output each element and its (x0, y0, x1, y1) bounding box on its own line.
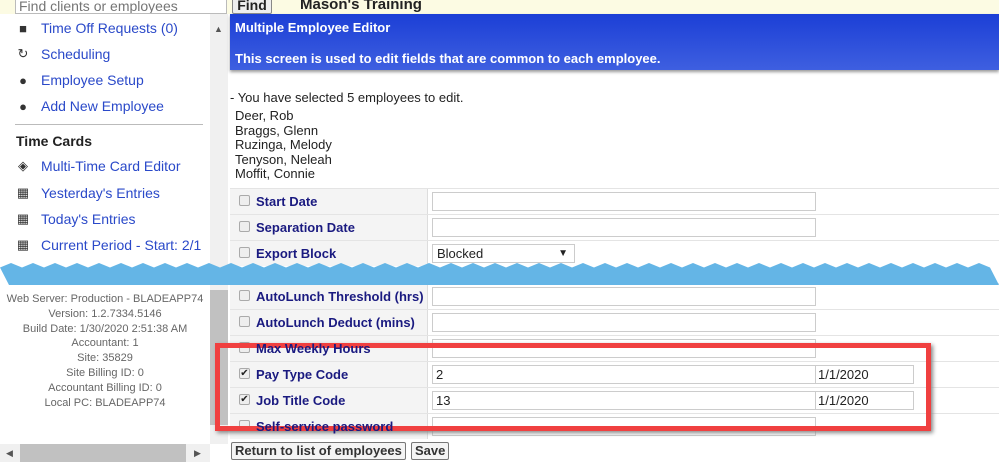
server-info: Web Server: Production - BLADEAPP74 Vers… (0, 292, 210, 410)
selection-message: - You have selected 5 employees to edit. (230, 90, 464, 105)
search-input[interactable] (15, 0, 227, 14)
sidebar-item-current-period[interactable]: ▦ Current Period - Start: 2/1 (15, 235, 201, 255)
sidebar-item-multi-time-card[interactable]: ◈ Multi-Time Card Editor (15, 156, 181, 176)
field-label: Export Block (256, 246, 337, 261)
calendar-icon: ▦ (16, 185, 30, 200)
field-checkbox[interactable] (239, 290, 250, 301)
sidebar-item-scheduling[interactable]: ↻ Scheduling (15, 44, 111, 64)
nav-label: Yesterday's Entries (41, 185, 160, 201)
list-item: Tenyson, Neleah (235, 151, 332, 167)
calendar-icon: ▦ (16, 237, 30, 252)
nav-label: Current Period - Start: 2/1 (41, 237, 202, 253)
field-checkbox[interactable] (239, 195, 250, 206)
info-line: Site Billing ID: 0 (66, 366, 144, 379)
top-bar: Find Mason's Training (0, 0, 999, 14)
effective-date-input[interactable]: 1/1/2020 (815, 391, 914, 410)
info-line: Accountant: 1 (71, 337, 139, 350)
info-line: Accountant Billing ID: 0 (48, 381, 162, 394)
employee-list: Deer, Rob Braggs, Glenn Ruzinga, Melody … (235, 108, 332, 182)
save-button[interactable]: Save (411, 442, 450, 460)
field-checkbox[interactable] (239, 221, 250, 232)
field-input[interactable] (432, 192, 816, 211)
field-row: AutoLunch Deduct (mins) (230, 309, 999, 335)
scrollbar-thumb[interactable] (20, 444, 186, 462)
nav-label: Scheduling (41, 46, 111, 62)
briefcase-icon: ■ (19, 20, 27, 36)
sidebar-item-today[interactable]: ▦ Today's Entries (15, 209, 136, 229)
person-icon: ● (19, 72, 27, 88)
nav-label: Employee Setup (41, 72, 144, 88)
layers-icon: ◈ (18, 158, 28, 173)
page-title: Multiple Employee Editor (235, 20, 391, 35)
divider (15, 124, 203, 125)
field-checkbox[interactable] (239, 247, 250, 258)
nav-label: Add New Employee (41, 98, 164, 114)
field-label: AutoLunch Threshold (hrs) (256, 289, 424, 304)
return-button[interactable]: Return to list of employees (231, 442, 406, 460)
nav-label: Time Off Requests (0) (41, 20, 178, 36)
torn-edge-divider (0, 262, 999, 286)
field-label-cell: Start Date (230, 189, 428, 214)
page-subtitle: This screen is used to edit fields that … (235, 51, 661, 66)
info-line: Site: 35829 (77, 352, 133, 365)
chevron-down-icon: ▼ (558, 248, 568, 259)
site-title: Mason's Training (300, 0, 422, 13)
sidebar-item-time-off[interactable]: ■ Time Off Requests (0) (15, 18, 178, 38)
field-label: Start Date (256, 194, 318, 209)
info-line: Web Server: Production - BLADEAPP74 (6, 293, 204, 305)
field-label-cell: Separation Date (230, 215, 428, 240)
nav-label: Today's Entries (41, 211, 136, 227)
field-label: Separation Date (256, 220, 355, 235)
scroll-right-icon[interactable]: ▶ (194, 448, 201, 459)
sidebar-item-employee-setup[interactable]: ● Employee Setup (15, 70, 144, 90)
field-checkbox[interactable] (239, 316, 250, 327)
field-label: AutoLunch Deduct (mins) (256, 315, 415, 330)
field-label: Pay Type Code (256, 367, 349, 382)
field-input[interactable] (432, 287, 816, 306)
calendar-icon: ▦ (16, 211, 30, 226)
field-row: Start Date (230, 188, 999, 214)
list-item: Ruzinga, Melody (235, 137, 332, 153)
field-label-cell: AutoLunch Threshold (hrs) (230, 284, 428, 309)
person-icon: ● (19, 98, 27, 114)
field-label: Job Title Code (256, 393, 346, 408)
field-row: Separation Date (230, 214, 999, 240)
section-heading: Time Cards (16, 133, 92, 149)
sidebar-item-yesterday[interactable]: ▦ Yesterday's Entries (15, 183, 160, 203)
field-input[interactable] (432, 313, 816, 332)
sidebar-item-add-employee[interactable]: ● Add New Employee (15, 96, 164, 116)
scroll-up-icon[interactable]: ▲ (214, 24, 223, 34)
highlight-box (215, 343, 931, 431)
info-line: Local PC: BLADEAPP74 (44, 396, 166, 409)
effective-date-input[interactable]: 1/1/2020 (815, 365, 914, 384)
list-item: Braggs, Glenn (235, 122, 319, 138)
schedule-icon: ↻ (17, 46, 29, 61)
list-item: Moffit, Connie (235, 166, 315, 182)
field-label: Max Weekly Hours (256, 341, 371, 356)
scroll-left-icon[interactable]: ◀ (6, 448, 13, 459)
field-label-cell: AutoLunch Deduct (mins) (230, 310, 428, 335)
editor-header: Multiple Employee Editor This screen is … (230, 14, 999, 70)
find-button[interactable]: Find (232, 0, 272, 14)
select-value: Blocked (437, 246, 484, 261)
field-label: Self-service password (256, 419, 394, 434)
nav-label: Multi-Time Card Editor (41, 158, 181, 174)
info-line: Version: 1.2.7334.5146 (48, 307, 162, 320)
field-input[interactable] (432, 218, 816, 237)
list-item: Deer, Rob (235, 108, 294, 123)
info-line: Build Date: 1/30/2020 2:51:38 AM (22, 322, 188, 335)
